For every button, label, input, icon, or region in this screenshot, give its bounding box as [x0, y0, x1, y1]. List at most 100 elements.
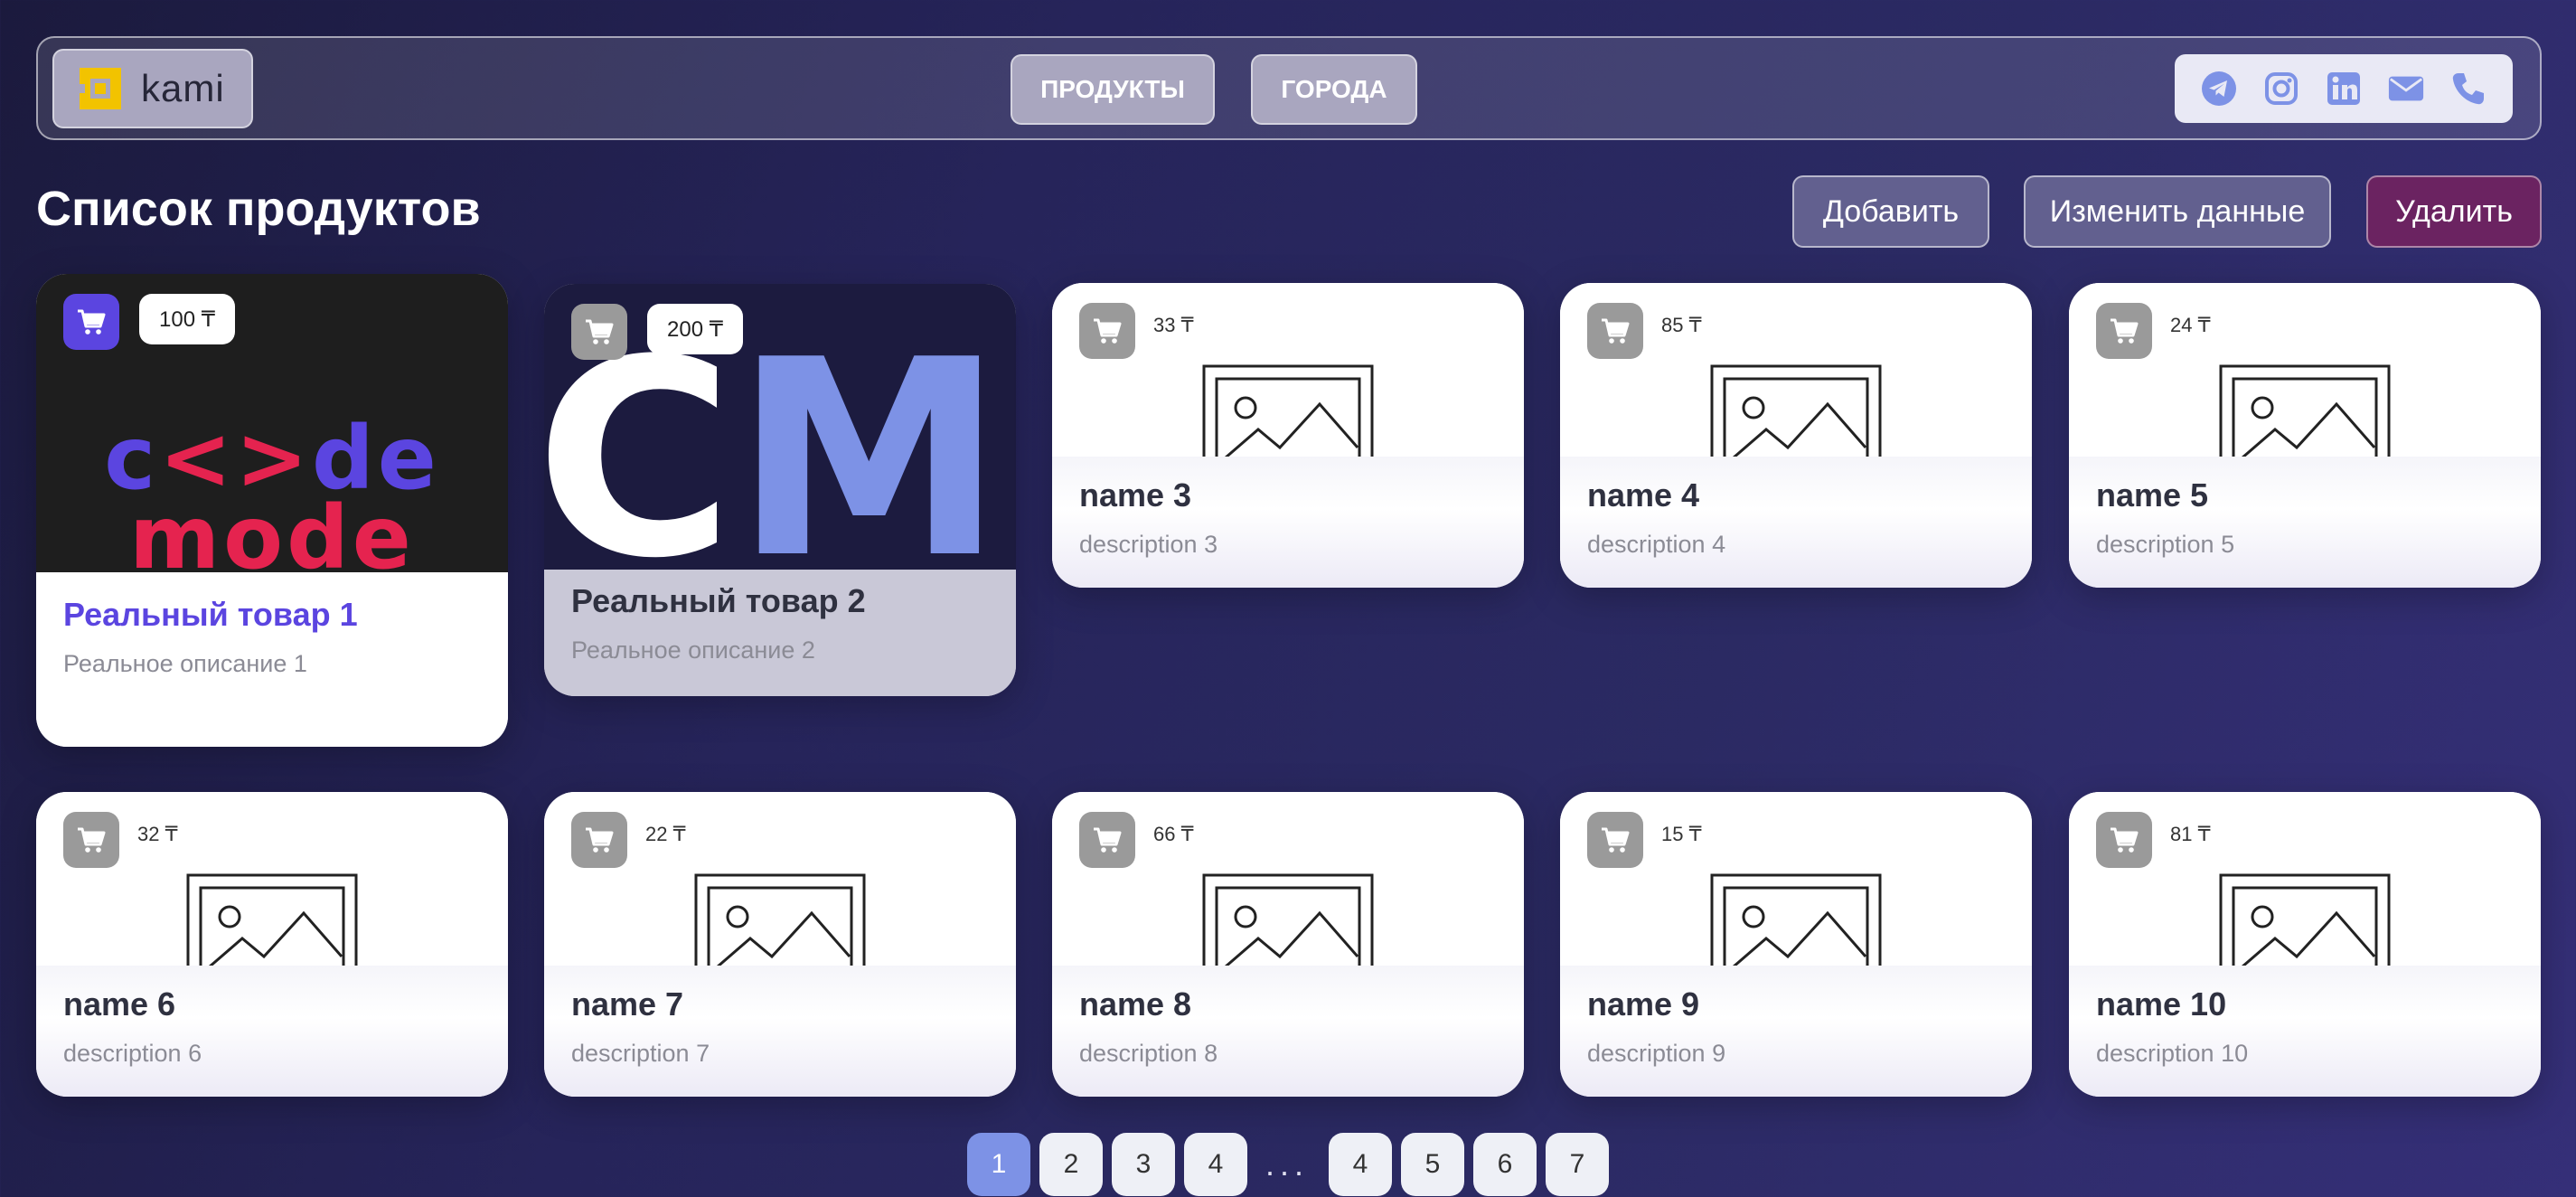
nav-cities-button[interactable]: ГОРОДА — [1251, 54, 1417, 125]
product-card-4[interactable]: 85 ₸ name 4 description 4 — [1560, 283, 2032, 588]
product-name: name 8 — [1079, 985, 1192, 1023]
product-description: description 3 — [1079, 531, 1218, 558]
add-to-cart-button[interactable] — [571, 304, 627, 360]
product-description: description 7 — [571, 1040, 710, 1067]
cart-icon — [1602, 827, 1630, 853]
page-1-button[interactable]: 1 — [967, 1133, 1030, 1196]
price-label: 32 ₸ — [137, 823, 178, 845]
price-badge: 200 ₸ — [647, 304, 743, 354]
cart-icon — [1094, 318, 1122, 344]
product-name: name 10 — [2096, 985, 2227, 1023]
price-label: 66 ₸ — [1153, 823, 1194, 845]
image-placeholder-icon — [1710, 873, 1882, 966]
page-4-button[interactable]: 4 — [1184, 1133, 1247, 1196]
product-card-3[interactable]: 33 ₸ name 3 description 3 — [1052, 283, 1524, 588]
cart-icon — [586, 827, 614, 853]
add-to-cart-button[interactable] — [63, 812, 119, 868]
card-body: name 9 description 9 — [1560, 966, 2032, 1097]
edit-data-button[interactable]: Изменить данные — [2024, 175, 2331, 248]
product-name: name 4 — [1587, 476, 1700, 514]
image-placeholder-icon — [1710, 364, 1882, 457]
cart-icon — [2111, 827, 2139, 853]
product-description: description 10 — [2096, 1040, 2249, 1067]
add-to-cart-button[interactable] — [1587, 303, 1643, 359]
social-links — [2175, 54, 2513, 123]
add-to-cart-button[interactable] — [2096, 812, 2152, 868]
page-6-button[interactable]: 6 — [1473, 1133, 1537, 1196]
product-card-7[interactable]: 22 ₸ name 7 description 7 — [544, 792, 1016, 1097]
product-card-8[interactable]: 66 ₸ name 8 description 8 — [1052, 792, 1524, 1097]
product-description: description 6 — [63, 1040, 202, 1067]
card-body: name 10 description 10 — [2069, 966, 2541, 1097]
product-description: Реальное описание 1 — [63, 650, 307, 677]
product-description: description 8 — [1079, 1040, 1218, 1067]
add-to-cart-button[interactable] — [1587, 812, 1643, 868]
mail-icon[interactable] — [2387, 70, 2425, 108]
product-description: Реальное описание 2 — [571, 636, 815, 664]
card-body: name 3 description 3 — [1052, 457, 1524, 588]
product-card-5[interactable]: 24 ₸ name 5 description 5 — [2069, 283, 2541, 588]
add-button[interactable]: Добавить — [1792, 175, 1989, 248]
delete-button[interactable]: Удалить — [2366, 175, 2542, 248]
logo[interactable]: kami — [52, 49, 253, 128]
nav-products-button[interactable]: ПРОДУКТЫ — [1011, 54, 1215, 125]
linkedin-icon[interactable] — [2325, 70, 2363, 108]
product-name: name 7 — [571, 985, 684, 1023]
add-to-cart-button[interactable] — [1079, 812, 1135, 868]
pagination: 1 2 3 4 ... 4 5 6 7 — [0, 1133, 2576, 1197]
price-badge: 100 ₸ — [139, 294, 235, 344]
logo-text: kami — [141, 67, 225, 109]
product-description: description 9 — [1587, 1040, 1726, 1067]
image-placeholder-icon — [186, 873, 358, 966]
product-name: name 9 — [1587, 985, 1700, 1023]
page-4-button[interactable]: 4 — [1329, 1133, 1392, 1196]
telegram-icon[interactable] — [2200, 70, 2238, 108]
price-label: 85 ₸ — [1661, 314, 1702, 336]
price-label: 24 ₸ — [2170, 314, 2211, 336]
image-placeholder-icon — [2219, 364, 2391, 457]
product-card-1[interactable]: c<>de mode 100 ₸ Реальный товар 1 Реальн… — [36, 274, 508, 747]
card-body: Реальный товар 2 Реальное описание 2 — [544, 570, 1016, 696]
top-header: kami ПРОДУКТЫ ГОРОДА — [36, 36, 2542, 140]
card-body: name 6 description 6 — [36, 966, 508, 1097]
product-name: name 6 — [63, 985, 176, 1023]
price-label: 22 ₸ — [645, 823, 686, 845]
product-name: name 3 — [1079, 476, 1192, 514]
card-body: name 4 description 4 — [1560, 457, 2032, 588]
product-description: description 4 — [1587, 531, 1726, 558]
product-name: name 5 — [2096, 476, 2209, 514]
price-label: 81 ₸ — [2170, 823, 2211, 845]
cart-icon — [2111, 318, 2139, 344]
page-title: Список продуктов — [36, 182, 481, 236]
cart-icon — [78, 309, 106, 335]
image-placeholder-icon — [2219, 873, 2391, 966]
page-3-button[interactable]: 3 — [1112, 1133, 1175, 1196]
cart-icon — [78, 827, 106, 853]
page-5-button[interactable]: 5 — [1401, 1133, 1464, 1196]
add-to-cart-button[interactable] — [63, 294, 119, 350]
add-to-cart-button[interactable] — [571, 812, 627, 868]
add-to-cart-button[interactable] — [2096, 303, 2152, 359]
product-card-6[interactable]: 32 ₸ name 6 description 6 — [36, 792, 508, 1097]
kami-logo-icon — [78, 66, 123, 111]
price-label: 33 ₸ — [1153, 314, 1194, 336]
product-card-2[interactable]: CM 200 ₸ Реальный товар 2 Реальное описа… — [544, 284, 1016, 696]
product-card-9[interactable]: 15 ₸ name 9 description 9 — [1560, 792, 2032, 1097]
card-body: Реальный товар 1 Реальное описание 1 — [36, 572, 508, 747]
product-card-10[interactable]: 81 ₸ name 10 description 10 — [2069, 792, 2541, 1097]
product-description: description 5 — [2096, 531, 2235, 558]
card-body: name 7 description 7 — [544, 966, 1016, 1097]
pagination-ellipsis: ... — [1265, 1145, 1310, 1183]
page-2-button[interactable]: 2 — [1039, 1133, 1103, 1196]
phone-icon[interactable] — [2449, 70, 2487, 108]
cart-icon — [586, 319, 614, 344]
price-label: 15 ₸ — [1661, 823, 1702, 845]
page-7-button[interactable]: 7 — [1546, 1133, 1609, 1196]
image-placeholder-icon — [694, 873, 866, 966]
product-name: Реальный товар 1 — [63, 596, 358, 633]
add-to-cart-button[interactable] — [1079, 303, 1135, 359]
instagram-icon[interactable] — [2262, 70, 2300, 108]
cart-icon — [1094, 827, 1122, 853]
card-body: name 5 description 5 — [2069, 457, 2541, 588]
image-placeholder-icon — [1202, 873, 1374, 966]
